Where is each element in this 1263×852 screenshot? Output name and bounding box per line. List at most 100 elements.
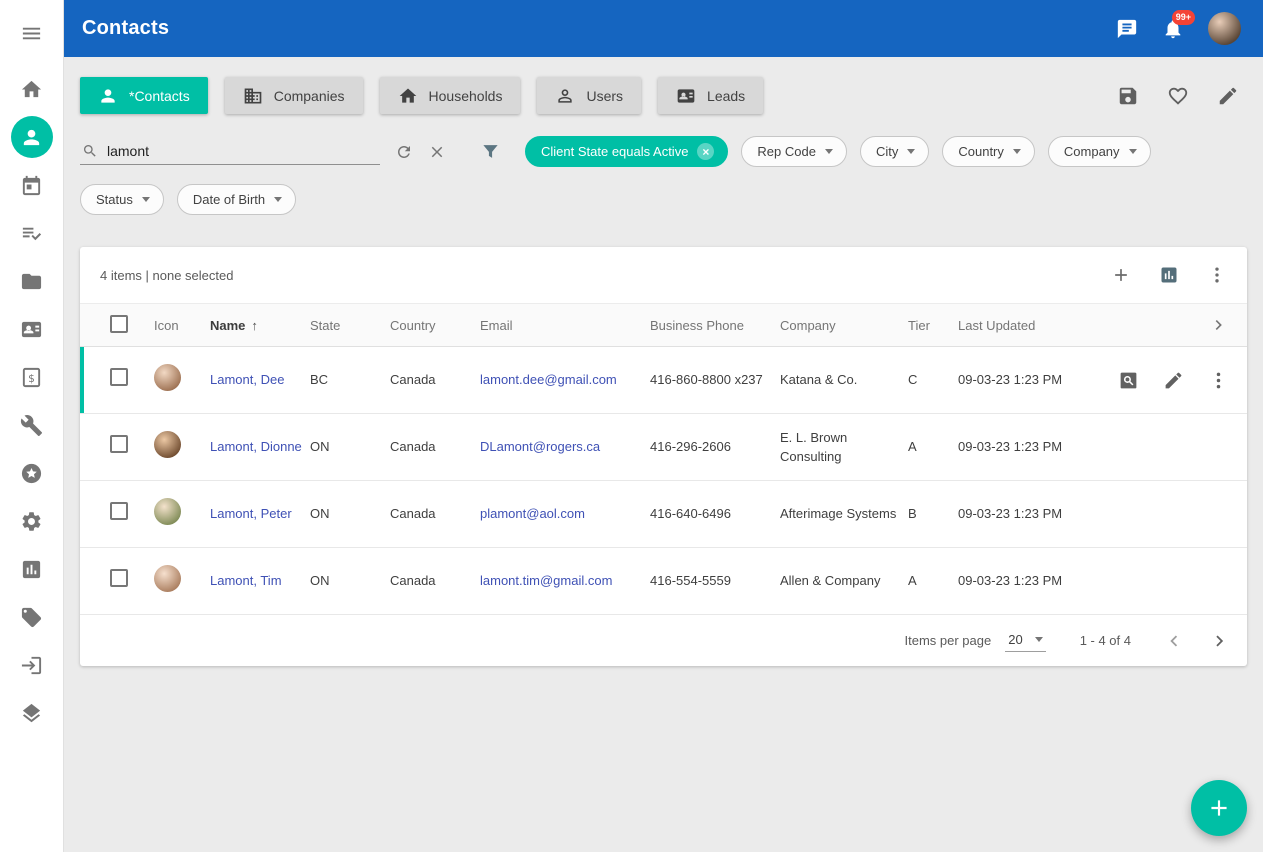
chip-label: City <box>876 144 898 159</box>
layers-icon[interactable] <box>11 692 53 734</box>
last-updated-cell: 09-03-23 1:23 PM <box>958 504 1108 524</box>
calendar-icon[interactable] <box>11 164 53 206</box>
filter-chip-city[interactable]: City <box>860 136 929 167</box>
contact-name-link[interactable]: Lamont, Peter <box>210 506 292 521</box>
contacts-icon[interactable] <box>11 116 53 158</box>
tools-icon[interactable] <box>11 404 53 446</box>
settings-icon[interactable] <box>11 500 53 542</box>
prev-page-icon[interactable] <box>1163 630 1185 652</box>
last-updated-cell: 09-03-23 1:23 PM <box>958 571 1108 591</box>
chip-label: Date of Birth <box>193 192 265 207</box>
state-cell: ON <box>310 437 390 457</box>
table-row[interactable]: Lamont, Tim ON Canada lamont.tim@gmail.c… <box>80 548 1247 615</box>
menu-icon[interactable] <box>11 12 53 54</box>
phone-cell: 416-554-5559 <box>650 571 780 591</box>
folder-icon[interactable] <box>11 260 53 302</box>
chevron-down-icon <box>1035 637 1043 642</box>
tag-icon[interactable] <box>11 596 53 638</box>
table-row[interactable]: Lamont, Peter ON Canada plamont@aol.com … <box>80 481 1247 548</box>
save-icon[interactable] <box>1117 85 1139 107</box>
exit-icon[interactable] <box>11 644 53 686</box>
edit-row-icon[interactable] <box>1163 370 1184 391</box>
chevron-down-icon <box>907 149 915 154</box>
filter-bar: Client State equals Active × Rep Code Ci… <box>64 114 1263 167</box>
row-checkbox[interactable] <box>110 502 128 520</box>
tab-households[interactable]: Households <box>380 77 521 114</box>
chart-view-icon[interactable] <box>1159 265 1179 285</box>
chip-label: Rep Code <box>757 144 816 159</box>
user-avatar[interactable] <box>1208 12 1241 45</box>
row-checkbox[interactable] <box>110 569 128 587</box>
filter-icon[interactable] <box>481 142 500 161</box>
tasks-icon[interactable] <box>11 212 53 254</box>
column-header-last-updated[interactable]: Last Updated <box>958 318 1108 333</box>
chip-label: Status <box>96 192 133 207</box>
email-link[interactable]: lamont.tim@gmail.com <box>480 573 612 588</box>
reports-icon[interactable] <box>11 548 53 590</box>
app-header: Contacts 99+ <box>64 0 1263 57</box>
contact-name-link[interactable]: Lamont, Dee <box>210 372 284 387</box>
search-icon <box>82 143 98 159</box>
filter-chip-client-state[interactable]: Client State equals Active × <box>525 136 728 167</box>
tab-companies[interactable]: Companies <box>225 77 363 114</box>
plus-icon <box>1206 795 1232 821</box>
select-all-checkbox[interactable] <box>110 315 128 333</box>
contact-avatar <box>154 565 181 592</box>
expand-columns-icon[interactable] <box>1209 315 1229 335</box>
column-header-state[interactable]: State <box>310 318 390 333</box>
remove-filter-icon[interactable]: × <box>697 143 714 160</box>
filter-chip-status[interactable]: Status <box>80 184 164 215</box>
refresh-icon[interactable] <box>395 143 413 161</box>
row-checkbox[interactable] <box>110 435 128 453</box>
selection-summary: 4 items | none selected <box>100 268 233 283</box>
column-header-country[interactable]: Country <box>390 318 480 333</box>
filter-chip-rep-code[interactable]: Rep Code <box>741 136 847 167</box>
clear-search-icon[interactable] <box>428 143 446 161</box>
page-title: Contacts <box>82 17 169 40</box>
state-cell: ON <box>310 571 390 591</box>
filter-chip-date-of-birth[interactable]: Date of Birth <box>177 184 296 215</box>
home-icon[interactable] <box>11 68 53 110</box>
row-checkbox[interactable] <box>110 368 128 386</box>
page-range: 1 - 4 of 4 <box>1080 633 1131 648</box>
column-header-tier[interactable]: Tier <box>908 318 958 333</box>
edit-icon[interactable] <box>1217 85 1239 107</box>
add-icon[interactable] <box>1111 265 1131 285</box>
chat-icon[interactable] <box>1116 18 1138 40</box>
company-cell: Katana & Co. <box>780 370 908 390</box>
notification-badge: 99+ <box>1172 10 1195 25</box>
items-per-page-select[interactable]: 20 <box>1005 629 1045 652</box>
contact-card-icon[interactable] <box>11 308 53 350</box>
search-input[interactable] <box>107 143 378 159</box>
invoice-icon[interactable]: $ <box>11 356 53 398</box>
row-menu-icon[interactable] <box>1208 370 1229 391</box>
notifications-icon[interactable]: 99+ <box>1162 18 1184 40</box>
preview-icon[interactable] <box>1118 370 1139 391</box>
featured-icon[interactable] <box>11 452 53 494</box>
filter-chip-company[interactable]: Company <box>1048 136 1151 167</box>
tab-contacts[interactable]: *Contacts <box>80 77 208 114</box>
table-row[interactable]: Lamont, Dee BC Canada lamont.dee@gmail.c… <box>80 347 1247 414</box>
email-link[interactable]: plamont@aol.com <box>480 506 585 521</box>
more-options-icon[interactable] <box>1207 265 1227 285</box>
table-row[interactable]: Lamont, Dionne ON Canada DLamont@rogers.… <box>80 414 1247 481</box>
filter-chip-country[interactable]: Country <box>942 136 1035 167</box>
contacts-table-card: 4 items | none selected Icon Name ↑ Stat… <box>80 247 1247 666</box>
column-header-email[interactable]: Email <box>480 318 650 333</box>
column-header-business-phone[interactable]: Business Phone <box>650 318 780 333</box>
filter-bar-row2: Status Date of Birth <box>64 167 1263 215</box>
email-link[interactable]: lamont.dee@gmail.com <box>480 372 617 387</box>
chevron-down-icon <box>1013 149 1021 154</box>
tab-leads[interactable]: Leads <box>658 77 763 114</box>
email-link[interactable]: DLamont@rogers.ca <box>480 439 600 454</box>
contact-name-link[interactable]: Lamont, Tim <box>210 573 282 588</box>
column-header-name[interactable]: Name ↑ <box>210 318 310 333</box>
add-contact-fab[interactable] <box>1191 780 1247 836</box>
tab-label: *Contacts <box>129 88 190 104</box>
favorite-icon[interactable] <box>1167 85 1189 107</box>
contact-name-link[interactable]: Lamont, Dionne <box>210 439 302 454</box>
tab-users[interactable]: Users <box>537 77 641 114</box>
entity-tabs: *Contacts Companies Households Users Lea… <box>64 57 1263 114</box>
next-page-icon[interactable] <box>1209 630 1231 652</box>
column-header-company[interactable]: Company <box>780 318 908 333</box>
